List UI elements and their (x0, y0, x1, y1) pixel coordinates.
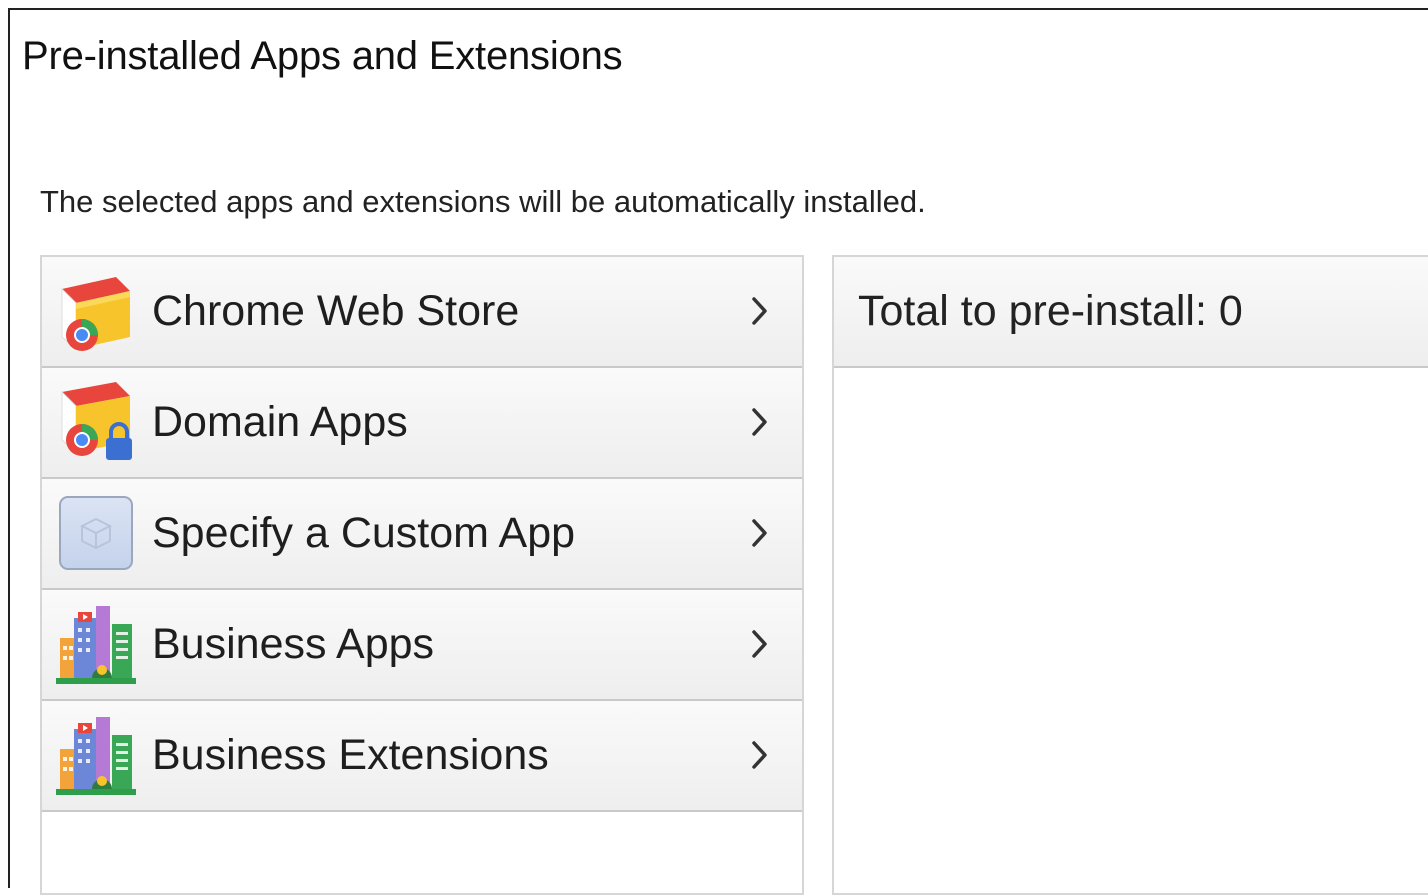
source-item-label: Chrome Web Store (152, 287, 520, 335)
chevron-right-icon (752, 297, 767, 325)
app-source-list: Chrome Web Store Domain Apps Specify a C… (40, 255, 804, 895)
business-extensions-icon (56, 717, 136, 795)
source-item-label: Business Apps (152, 620, 435, 668)
source-item-label: Domain Apps (152, 398, 408, 446)
source-item-domain-apps[interactable]: Domain Apps (42, 368, 802, 479)
selected-apps-panel: Total to pre-install: 0 (832, 255, 1428, 895)
source-item-custom-app[interactable]: Specify a Custom App (42, 479, 802, 590)
source-item-business-apps[interactable]: Business Apps (42, 590, 802, 701)
chevron-right-icon (752, 630, 767, 658)
page-description: The selected apps and extensions will be… (40, 184, 926, 219)
total-to-preinstall: Total to pre-install: 0 (858, 287, 1243, 335)
selected-apps-header: Total to pre-install: 0 (834, 257, 1428, 368)
chevron-right-icon (752, 741, 767, 769)
domain-apps-icon (61, 382, 132, 460)
chevron-right-icon (752, 408, 767, 436)
business-apps-icon (56, 606, 136, 684)
source-item-chrome-web-store[interactable]: Chrome Web Store (42, 257, 802, 368)
chrome-web-store-icon (61, 277, 130, 351)
source-item-label: Specify a Custom App (152, 509, 576, 557)
page-title: Pre-installed Apps and Extensions (22, 34, 623, 78)
chevron-right-icon (752, 519, 767, 547)
source-item-label: Business Extensions (152, 731, 549, 779)
source-item-business-extensions[interactable]: Business Extensions (42, 701, 802, 812)
custom-app-icon (59, 496, 133, 570)
